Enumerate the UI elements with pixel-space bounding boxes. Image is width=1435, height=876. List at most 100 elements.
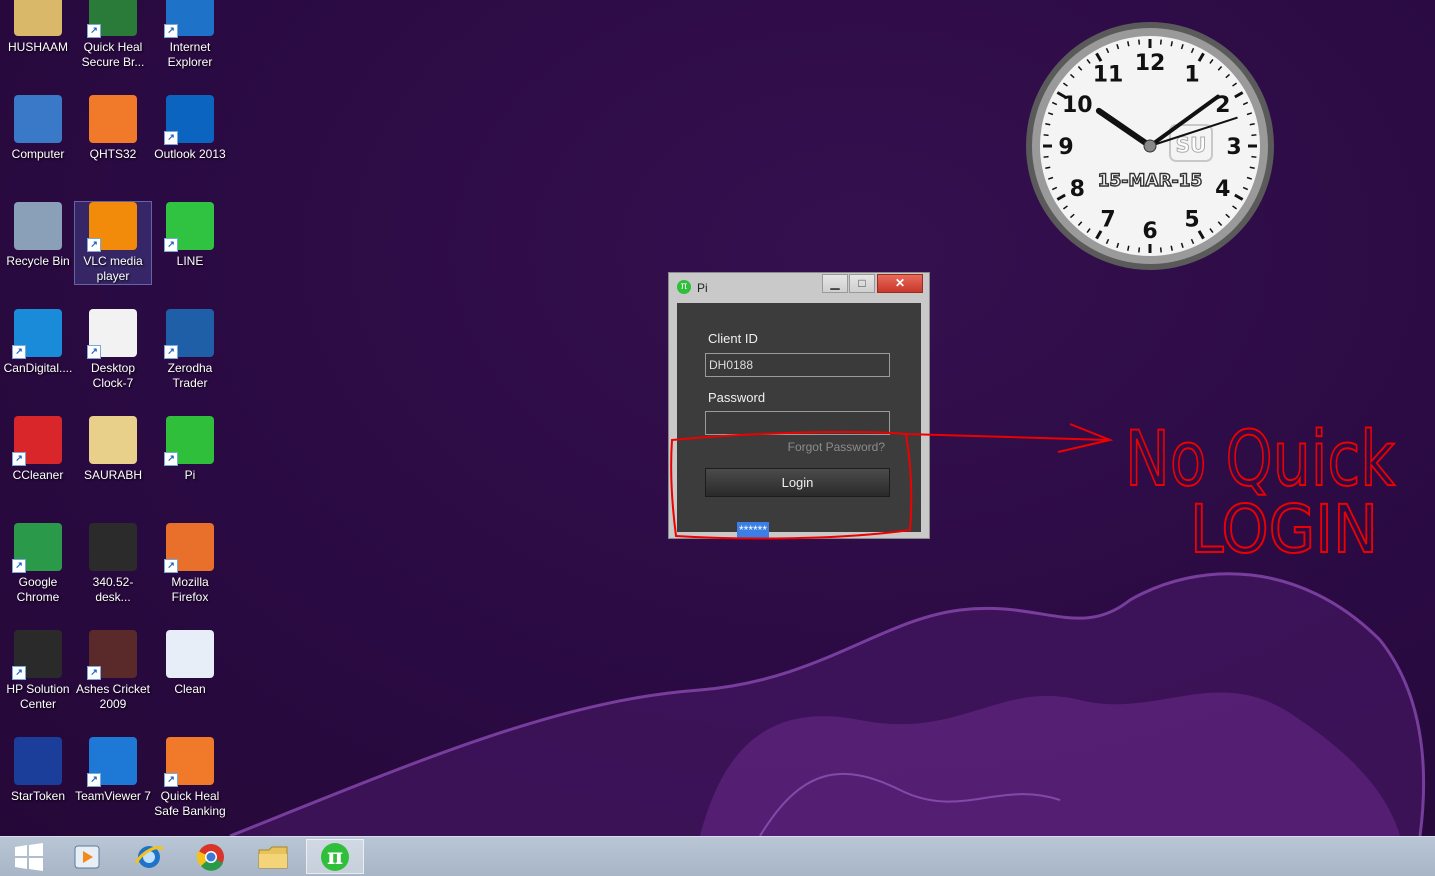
chrome-button[interactable] xyxy=(182,839,240,874)
desktop-icon-label: QHTS32 xyxy=(89,147,137,161)
desktop-icon[interactable]: QHTS32 xyxy=(75,95,151,162)
clock-number: 10 xyxy=(1062,93,1093,118)
password-selected-text: ****** xyxy=(737,522,770,538)
shortcut-arrow-icon: ↗ xyxy=(164,345,178,359)
clock-tick xyxy=(1170,41,1173,47)
svg-text:π: π xyxy=(327,844,343,870)
clock-tick xyxy=(1127,245,1130,251)
desktop-icon[interactable]: Recycle Bin xyxy=(0,202,76,269)
vlc-icon: ↗ xyxy=(87,202,137,252)
file-explorer-button[interactable] xyxy=(244,839,302,874)
desktop-icon-label: Recycle Bin xyxy=(6,254,70,268)
clock-tick xyxy=(1251,134,1257,137)
minimize-button[interactable]: ▁ xyxy=(822,274,848,293)
desktop-icon[interactable]: ↗ Internet Explorer xyxy=(152,0,228,70)
desktop-icon-label: 340.52-desk... xyxy=(92,575,134,604)
clock-number: 6 xyxy=(1142,219,1157,244)
nvidia-icon xyxy=(89,523,137,571)
pi-window-titlebar[interactable]: π Pi ▁ □ ✕ xyxy=(669,273,929,299)
desktop-icon[interactable]: ↗ LINE xyxy=(152,202,228,269)
shortcut-arrow-icon: ↗ xyxy=(87,773,101,787)
desktop-icon[interactable]: SAURABH xyxy=(75,416,151,483)
clock-tick xyxy=(1138,39,1141,45)
ccleaner-icon: ↗ xyxy=(12,416,62,466)
safe-banking-icon: ↗ xyxy=(164,737,214,787)
close-button[interactable]: ✕ xyxy=(877,274,923,293)
desktop-icon-label: Internet Explorer xyxy=(167,40,213,69)
desktop-icon[interactable]: Clean xyxy=(152,630,228,697)
desktop-icon-label: Mozilla Firefox xyxy=(171,575,209,604)
login-button[interactable]: Login xyxy=(705,468,890,497)
desktop: HUSHAAM ↗ Quick Heal Secure Br... ↗ Internet… xyxy=(0,0,1435,836)
forgot-password-link[interactable]: Forgot Password? xyxy=(788,440,885,454)
zerodha-icon: ↗ xyxy=(164,309,214,359)
desktop-icon[interactable]: ↗ Quick Heal Safe Banking xyxy=(152,737,228,819)
desktop-icon-label: CanDigital.... xyxy=(3,361,73,375)
desktop-icon[interactable]: 340.52-desk... xyxy=(75,523,151,605)
desktop-icon-label: Quick Heal Safe Banking xyxy=(154,789,226,818)
desktop-icon-label: LINE xyxy=(176,254,204,268)
shortcut-arrow-icon: ↗ xyxy=(164,24,178,38)
password-input[interactable]: ****** xyxy=(705,411,890,538)
shortcut-arrow-icon: ↗ xyxy=(12,452,26,466)
desktop-icon[interactable]: ↗ Desktop Clock-7 xyxy=(75,309,151,391)
desktop-icon[interactable]: ↗ Outlook 2013 xyxy=(152,95,228,162)
firefox-icon: ↗ xyxy=(164,523,214,573)
media-player-button[interactable] xyxy=(58,839,116,874)
desktop-icon[interactable]: Computer xyxy=(0,95,76,162)
desktop-icon[interactable]: HUSHAAM xyxy=(0,0,76,55)
client-id-label: Client ID xyxy=(708,331,758,346)
desktop-icon[interactable]: ↗ CanDigital.... xyxy=(0,309,76,376)
desktop-icon-label: Zerodha Trader xyxy=(167,361,213,390)
internet-explorer-button[interactable] xyxy=(120,839,178,874)
shortcut-arrow-icon: ↗ xyxy=(12,345,26,359)
outlook-icon: ↗ xyxy=(164,95,214,145)
desktop-icon[interactable]: ↗ TeamViewer 7 xyxy=(75,737,151,804)
password-label: Password xyxy=(708,390,766,405)
shortcut-arrow-icon: ↗ xyxy=(12,559,26,573)
desktop-icon-label: Computer xyxy=(11,147,65,161)
user-folder-icon xyxy=(14,0,62,36)
pi-taskbar-button[interactable]: π xyxy=(306,839,364,874)
chrome-icon: ↗ xyxy=(12,523,62,573)
desktop-icon[interactable]: ↗ Ashes Cricket 2009 xyxy=(75,630,151,712)
desktop-icon[interactable]: ↗ HP Solution Center xyxy=(0,630,76,712)
desktop-icon[interactable]: ↗ VLC media player xyxy=(74,201,152,285)
client-id-input[interactable] xyxy=(705,353,890,377)
pi-login-window[interactable]: π Pi ▁ □ ✕ Client ID Password ****** For… xyxy=(668,272,930,539)
clock-number: 12 xyxy=(1135,51,1166,76)
clock-number: 4 xyxy=(1215,177,1230,202)
desktop-icon-label: HUSHAAM xyxy=(7,40,68,54)
desktop-icon-label: CCleaner xyxy=(12,468,64,482)
maximize-button[interactable]: □ xyxy=(849,274,875,293)
desktop-icon[interactable]: StarToken xyxy=(0,737,76,804)
start-button[interactable] xyxy=(0,839,58,874)
desktop-icon[interactable]: ↗ Mozilla Firefox xyxy=(152,523,228,605)
clock-number: 8 xyxy=(1070,177,1085,202)
desktop-icon-label: TeamViewer 7 xyxy=(75,789,151,803)
desktop-clock-gadget[interactable]: 12 1234567891011 SU 15-MAR-15 xyxy=(1024,20,1276,272)
shortcut-arrow-icon: ↗ xyxy=(87,666,101,680)
internet-explorer-icon: ↗ xyxy=(164,0,214,38)
clock-tick xyxy=(1159,39,1162,45)
clock-tick xyxy=(1127,41,1130,47)
desktop-icon[interactable]: ↗ Pi xyxy=(152,416,228,483)
hp-icon: ↗ xyxy=(12,630,62,680)
shortcut-arrow-icon: ↗ xyxy=(164,131,178,145)
shortcut-arrow-icon: ↗ xyxy=(12,666,26,680)
desktop-icon[interactable]: ↗ Zerodha Trader xyxy=(152,309,228,391)
chrome-icon xyxy=(196,843,224,871)
desktop-icon-label: Pi xyxy=(184,468,196,482)
clock-number: 3 xyxy=(1226,135,1241,160)
desktop-icon-label: Google Chrome xyxy=(16,575,60,604)
desktop-icon-label: Quick Heal Secure Br... xyxy=(81,40,145,69)
windows-logo-icon xyxy=(15,842,43,871)
desktop-icon[interactable]: ↗ Quick Heal Secure Br... xyxy=(75,0,151,70)
clock-tick xyxy=(1159,247,1162,253)
pi-window-title: Pi xyxy=(697,281,708,295)
desktop-icon[interactable]: ↗ CCleaner xyxy=(0,416,76,483)
shortcut-arrow-icon: ↗ xyxy=(164,452,178,466)
candigital-icon: ↗ xyxy=(12,309,62,359)
clock-tick xyxy=(1043,134,1049,137)
desktop-icon[interactable]: ↗ Google Chrome xyxy=(0,523,76,605)
